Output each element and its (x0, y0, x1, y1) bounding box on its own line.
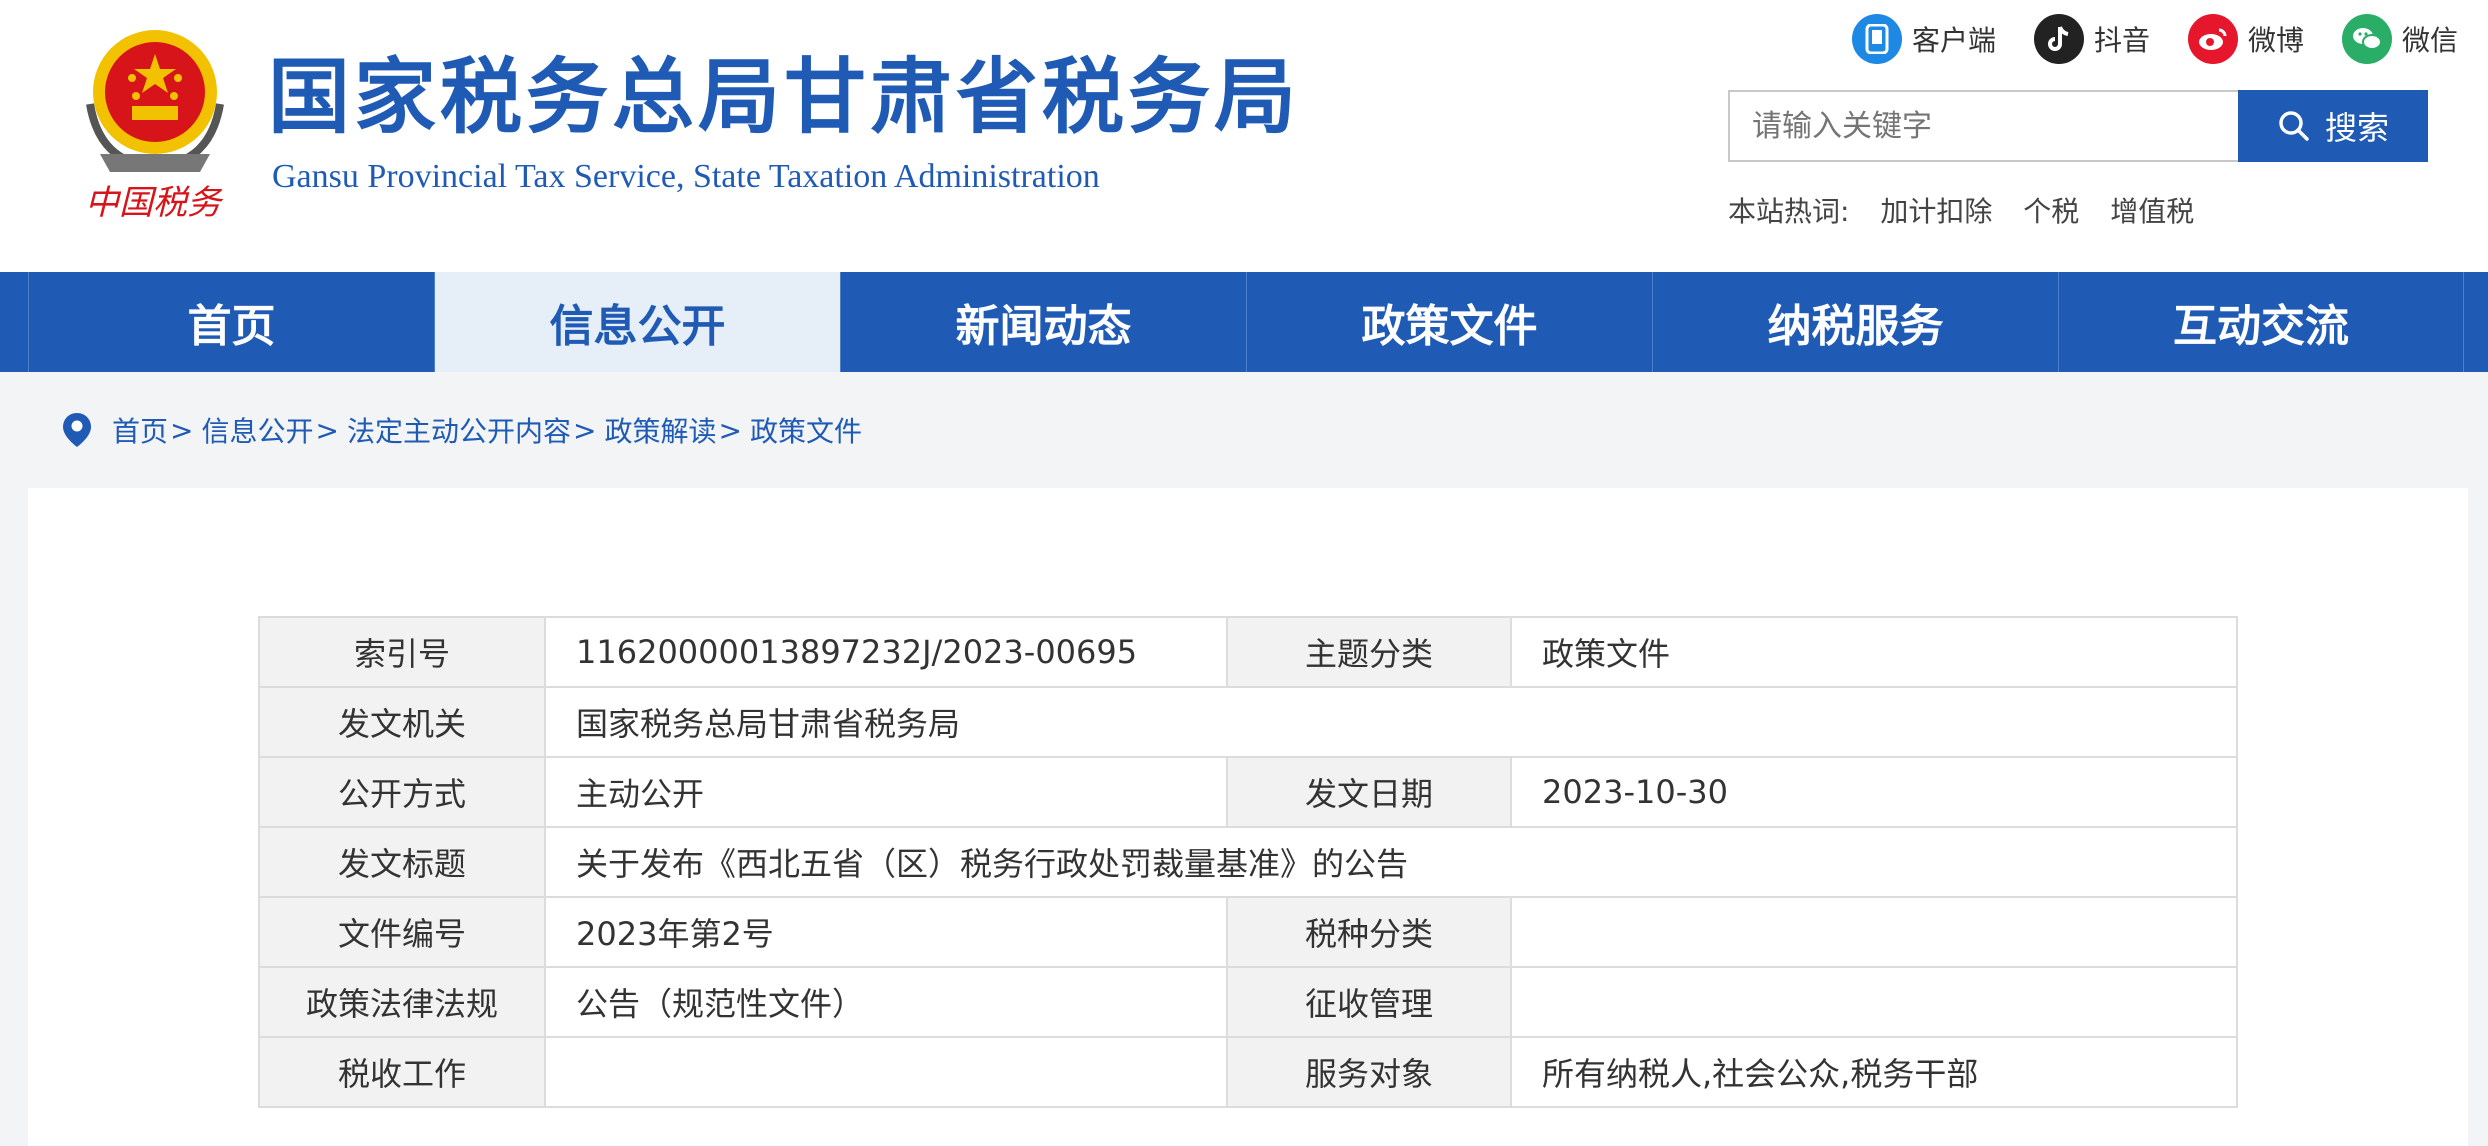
meta-value: 关于发布《西北五省（区）税务行政处罚裁量基准》的公告 (544, 826, 2238, 898)
svg-text:中国税务: 中国税务 (85, 183, 224, 223)
hot-keyword-link[interactable]: 增值税 (2110, 195, 2194, 228)
meta-key: 文件编号 (258, 896, 546, 968)
breadcrumb: 首页 > 信息公开 > 法定主动公开内容 > 政策解读 > 政策文件 (62, 410, 862, 450)
weibo-icon (2187, 14, 2238, 64)
meta-key: 征收管理 (1226, 966, 1512, 1038)
breadcrumb-item[interactable]: 政策文件 (750, 410, 862, 450)
breadcrumb-separator: > (572, 413, 597, 447)
social-label: 客户端 (1911, 24, 1996, 57)
table-row: 税收工作 服务对象 所有纳税人,社会公众,税务干部 (258, 1036, 2238, 1108)
mobile-app-icon (1851, 14, 1902, 64)
site-header: 中国税务 国家税务总局甘肃省税务局 Gansu Provincial Tax S… (0, 0, 2488, 272)
social-links: 客户端 抖音 微博 微信 (1814, 14, 2458, 64)
social-weibo-link[interactable]: 微博 (2187, 14, 2304, 64)
search-button-label: 搜索 (2324, 109, 2389, 147)
table-row: 索引号 11620000013897232J/2023-00695 主题分类 政… (258, 616, 2238, 688)
nav-item-news[interactable]: 新闻动态 (840, 272, 1246, 372)
search-icon (2279, 111, 2309, 141)
breadcrumb-separator: > (170, 413, 194, 447)
search-box: 搜索 (1728, 90, 2428, 162)
nav-item-tax-service[interactable]: 纳税服务 (1652, 272, 2058, 372)
table-row: 政策法律法规 公告（规范性文件） 征收管理 (258, 966, 2238, 1038)
nav-item-policy[interactable]: 政策文件 (1246, 272, 1652, 372)
meta-value: 所有纳税人,社会公众,税务干部 (1510, 1036, 2238, 1108)
tax-emblem-logo[interactable]: 中国税务 (70, 14, 240, 224)
search-button[interactable]: 搜索 (2238, 90, 2428, 162)
meta-value: 2023-10-30 (1510, 756, 2238, 828)
nav-item-interaction[interactable]: 互动交流 (2058, 272, 2464, 372)
meta-value (1510, 896, 2238, 968)
social-label: 微信 (2401, 24, 2458, 57)
meta-key: 公开方式 (258, 756, 546, 828)
social-label: 抖音 (2093, 24, 2150, 57)
nav-item-home[interactable]: 首页 (28, 272, 434, 372)
site-subtitle: Gansu Provincial Tax Service, State Taxa… (272, 158, 1100, 195)
hot-keywords: 本站热词: 加计扣除 个税 增值税 (1728, 190, 2216, 230)
breadcrumb-separator: > (315, 413, 339, 447)
search-input[interactable] (1728, 90, 2238, 162)
meta-key: 服务对象 (1226, 1036, 1512, 1108)
meta-value: 国家税务总局甘肃省税务局 (544, 686, 2238, 758)
breadcrumb-item[interactable]: 首页 (112, 410, 168, 450)
douyin-icon (2033, 14, 2084, 64)
table-row: 发文标题 关于发布《西北五省（区）税务行政处罚裁量基准》的公告 (258, 826, 2238, 898)
location-pin-icon (63, 413, 91, 447)
meta-value: 主动公开 (544, 756, 1228, 828)
breadcrumb-item[interactable]: 法定主动公开内容 (347, 410, 571, 450)
meta-value: 政策文件 (1510, 616, 2238, 688)
breadcrumb-item[interactable]: 政策解读 (604, 410, 716, 450)
table-row: 公开方式 主动公开 发文日期 2023-10-30 (258, 756, 2238, 828)
social-app-link[interactable]: 客户端 (1851, 14, 1996, 64)
meta-key: 发文机关 (258, 686, 546, 758)
social-douyin-link[interactable]: 抖音 (2033, 14, 2150, 64)
hot-keywords-label: 本站热词: (1728, 195, 1850, 228)
breadcrumb-separator: > (718, 413, 742, 447)
document-metadata-table: 索引号 11620000013897232J/2023-00695 主题分类 政… (258, 616, 2238, 1108)
social-label: 微博 (2247, 24, 2304, 57)
hot-keyword-link[interactable]: 加计扣除 (1880, 195, 1992, 228)
meta-value (544, 1036, 1228, 1108)
meta-key: 政策法律法规 (258, 966, 546, 1038)
meta-value: 2023年第2号 (544, 896, 1228, 968)
hot-keyword-link[interactable]: 个税 (2023, 195, 2079, 228)
meta-key: 主题分类 (1226, 616, 1512, 688)
wechat-icon (2341, 14, 2392, 64)
meta-key: 税种分类 (1226, 896, 1512, 968)
table-row: 文件编号 2023年第2号 税种分类 (258, 896, 2238, 968)
meta-key: 发文标题 (258, 826, 546, 898)
meta-key: 税收工作 (258, 1036, 546, 1108)
site-title[interactable]: 国家税务总局甘肃省税务局 (268, 56, 1300, 138)
meta-key: 发文日期 (1226, 756, 1512, 828)
meta-value (1510, 966, 2238, 1038)
meta-value: 11620000013897232J/2023-00695 (544, 616, 1228, 688)
breadcrumb-item[interactable]: 信息公开 (201, 410, 313, 450)
social-wechat-link[interactable]: 微信 (2341, 14, 2458, 64)
meta-value: 公告（规范性文件） (544, 966, 1228, 1038)
main-nav: 首页 信息公开 新闻动态 政策文件 纳税服务 互动交流 (0, 272, 2488, 372)
meta-key: 索引号 (258, 616, 546, 688)
nav-item-info-disclosure[interactable]: 信息公开 (434, 272, 840, 372)
table-row: 发文机关 国家税务总局甘肃省税务局 (258, 686, 2238, 758)
